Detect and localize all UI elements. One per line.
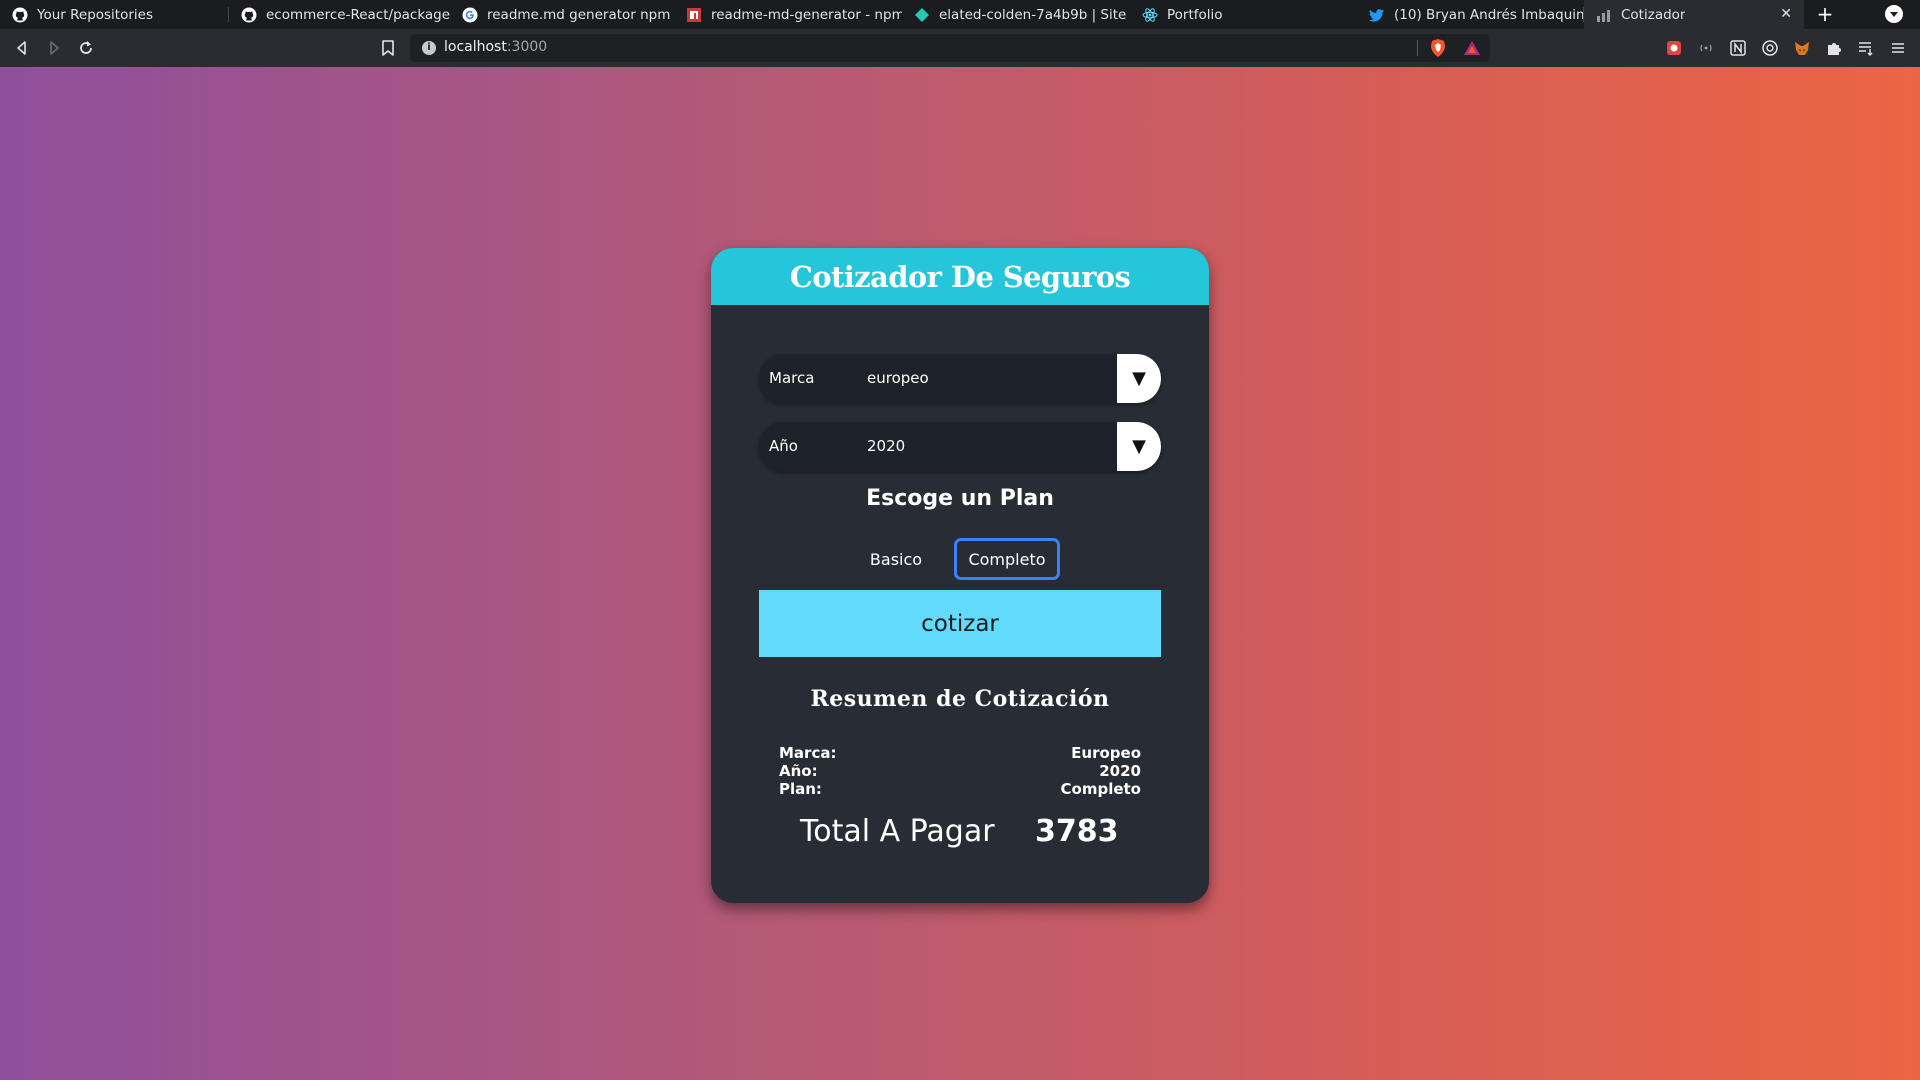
- resumen-key: Año:: [779, 762, 818, 780]
- tab-readme-md-generator-npm[interactable]: readme-md-generator - npm: [674, 0, 902, 29]
- chevron-down-icon[interactable]: ▼: [1117, 354, 1161, 403]
- page-title: Cotizador De Seguros: [789, 259, 1131, 294]
- browser-toolbar: i localhost:3000: [0, 29, 1920, 67]
- resumen-key: Marca:: [779, 744, 837, 762]
- github-icon: [12, 7, 28, 23]
- anio-select[interactable]: Año 2020 ▼: [759, 422, 1161, 471]
- close-tab-icon[interactable]: ✕: [1780, 6, 1792, 22]
- resumen-value: 2020: [1099, 762, 1141, 780]
- resumen-row-plan: Plan: Completo: [779, 780, 1141, 798]
- netlify-icon: [914, 7, 930, 23]
- tab-title: ecommerce-React/package.js: [266, 6, 450, 23]
- npm-icon: [686, 7, 702, 23]
- metamask-icon[interactable]: [1792, 38, 1812, 58]
- site-info-icon[interactable]: i: [422, 41, 436, 55]
- back-icon[interactable]: [12, 38, 32, 58]
- tab-portfolio[interactable]: Portfolio: [1130, 0, 1357, 29]
- extension-red-icon[interactable]: [1664, 38, 1684, 58]
- plan-option-basico[interactable]: Basico: [861, 538, 931, 580]
- card-header: Cotizador De Seguros: [711, 248, 1209, 305]
- tab-netlify-site[interactable]: elated-colden-7a4b9b | Site c: [902, 0, 1130, 29]
- resumen-row-marca: Marca: Europeo: [779, 744, 1141, 762]
- extension-target-icon[interactable]: [1760, 38, 1780, 58]
- notion-icon[interactable]: [1728, 38, 1748, 58]
- brave-rewards-icon[interactable]: [1463, 39, 1481, 57]
- resumen-key: Plan:: [779, 780, 822, 798]
- url-port: :3000: [506, 39, 548, 55]
- new-tab-button[interactable]: +: [1813, 2, 1837, 26]
- tab-title: Your Repositories: [37, 6, 153, 23]
- react-icon: [1142, 7, 1158, 23]
- extension-wireless-icon[interactable]: [1696, 38, 1716, 58]
- url-host: localhost: [444, 39, 507, 55]
- plan-option-completo[interactable]: Completo: [954, 538, 1060, 580]
- menu-icon[interactable]: [1888, 38, 1908, 58]
- react-icon: [1596, 7, 1612, 23]
- tab-twitter[interactable]: (10) Bryan Andrés Imbaquing: [1357, 0, 1584, 29]
- reload-icon[interactable]: [76, 38, 96, 58]
- tab-search-button[interactable]: [1885, 5, 1903, 23]
- reading-list-icon[interactable]: [1856, 38, 1876, 58]
- tab-title: readme-md-generator - npm: [711, 6, 902, 23]
- total-section: Total A Pagar 3783: [711, 814, 1209, 854]
- resumen-row-anio: Año: 2020: [779, 762, 1141, 780]
- chevron-down-icon[interactable]: ▼: [1117, 422, 1161, 471]
- twitter-icon: [1369, 7, 1385, 23]
- github-icon: [241, 7, 257, 23]
- address-bar-divider: [1417, 40, 1418, 56]
- marca-select[interactable]: Marca europeo ▼: [759, 354, 1161, 403]
- cotizar-button[interactable]: cotizar: [759, 590, 1161, 657]
- anio-value[interactable]: 2020: [867, 437, 905, 455]
- tab-readme-generator-google[interactable]: readme.md generator npm -: [450, 0, 674, 29]
- page-background: Cotizador De Seguros Marca europeo ▼ Año…: [0, 67, 1920, 1080]
- marca-label: Marca: [769, 369, 815, 387]
- bookmark-icon[interactable]: [379, 38, 397, 58]
- total-amount: 3783: [1035, 814, 1119, 849]
- brave-shield-icon[interactable]: [1429, 38, 1447, 58]
- tab-title: elated-colden-7a4b9b | Site c: [939, 6, 1130, 23]
- total-label: Total A Pagar: [800, 814, 995, 849]
- tab-title: (10) Bryan Andrés Imbaquing: [1394, 6, 1584, 23]
- google-icon: [462, 7, 478, 23]
- marca-value[interactable]: europeo: [867, 369, 929, 387]
- forward-icon[interactable]: [44, 38, 64, 58]
- tab-ecommerce-react[interactable]: ecommerce-React/package.js: [229, 0, 450, 29]
- tab-your-repositories[interactable]: Your Repositories: [0, 0, 228, 29]
- tab-strip: Your Repositories ecommerce-React/packag…: [0, 0, 1920, 29]
- url-text: localhost:3000: [444, 39, 547, 55]
- resumen-value: Europeo: [1071, 744, 1141, 762]
- extensions-puzzle-icon[interactable]: [1824, 38, 1844, 58]
- address-bar[interactable]: i localhost:3000: [410, 34, 1490, 62]
- tab-title: readme.md generator npm -: [487, 6, 674, 23]
- tab-title: Portfolio: [1167, 6, 1223, 23]
- resumen-heading: Resumen de Cotización: [810, 686, 1110, 712]
- resumen-value: Completo: [1060, 780, 1141, 798]
- tab-cotizador[interactable]: Cotizador ✕: [1584, 0, 1804, 29]
- quote-card: Cotizador De Seguros Marca europeo ▼ Año…: [711, 248, 1209, 903]
- tab-title: Cotizador: [1621, 6, 1686, 23]
- plan-heading: Escoge un Plan: [866, 486, 1054, 511]
- anio-label: Año: [769, 437, 798, 455]
